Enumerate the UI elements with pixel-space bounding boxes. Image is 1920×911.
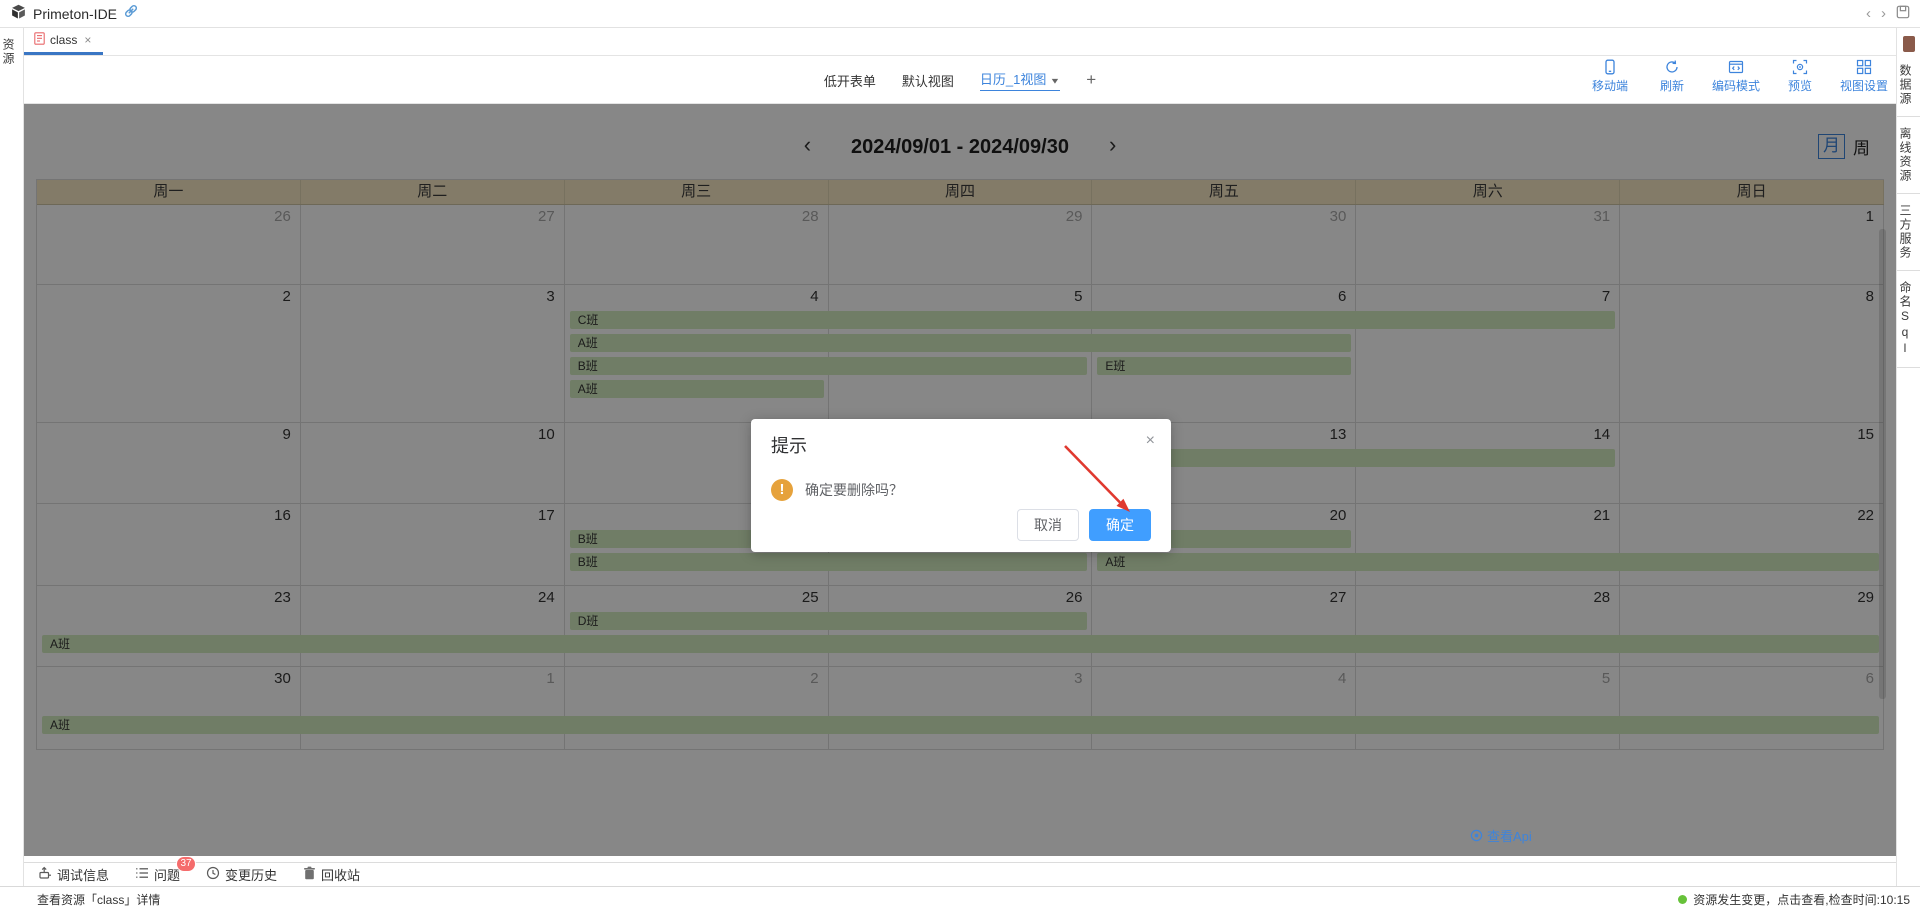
view-api-link[interactable]: 查看Api — [1470, 826, 1532, 845]
app-title: Primeton-IDE — [33, 6, 117, 22]
link-icon[interactable] — [123, 3, 139, 24]
view-toolbar: 低开表单 默认视图 日历_1视图▼ + 移动端刷新编码模式预览视图设置 — [24, 56, 1896, 104]
document-tab-bar: class × — [24, 28, 1896, 56]
cancel-button[interactable]: 取消 — [1017, 509, 1079, 541]
save-layout-icon[interactable] — [1896, 5, 1910, 22]
confirm-dialog: 提示 × ! 确定要删除吗？ 取消 确定 — [751, 419, 1171, 552]
status-bar: 查看资源「class」详情 资源发生变更，点击查看,检查时间:10:15 — [0, 886, 1920, 911]
main-area: class × 低开表单 默认视图 日历_1视图▼ + 移动端刷新编码模式预览视图设置… — [24, 28, 1896, 886]
调试信息-button[interactable]: 调试信息 — [38, 865, 109, 884]
code-mode-icon — [1728, 59, 1744, 75]
sidebar-item-0[interactable]: 数据源 — [1897, 54, 1920, 117]
回收站-button[interactable]: 回收站 — [303, 865, 360, 884]
view-tab-0[interactable]: 低开表单 — [824, 71, 876, 90]
status-left-text: 查看资源「class」详情 — [37, 891, 160, 908]
tab-label: class — [50, 33, 77, 47]
刷新-button[interactable]: 刷新 — [1650, 59, 1694, 94]
trash-icon — [303, 866, 316, 883]
history-icon — [206, 866, 220, 883]
dialog-message: 确定要删除吗？ — [805, 480, 903, 500]
编码模式-button[interactable]: 编码模式 — [1712, 59, 1760, 94]
confirm-button[interactable]: 确定 — [1089, 509, 1151, 541]
问题-button[interactable]: 问题37 — [135, 865, 180, 884]
bottom-toolbar: 调试信息 问题37 变更历史 回收站 — [24, 862, 1896, 886]
sidebar-item-3[interactable]: 命名Sql — [1897, 271, 1920, 368]
datasource-icon — [1903, 36, 1915, 52]
problems-count-badge: 37 — [176, 856, 196, 872]
mobile-icon — [1602, 59, 1618, 75]
dialog-title: 提示 — [771, 432, 807, 458]
view-settings-icon — [1856, 59, 1872, 75]
view-tab-1[interactable]: 默认视图 — [902, 71, 954, 90]
预览-button[interactable]: 预览 — [1778, 59, 1822, 94]
refresh-icon — [1664, 59, 1680, 75]
变更历史-button[interactable]: 变更历史 — [206, 865, 277, 884]
sidebar-item-1[interactable]: 离线资源 — [1897, 117, 1920, 194]
toolbar-actions: 移动端刷新编码模式预览视图设置 — [1588, 59, 1888, 94]
chevron-down-icon[interactable]: ▼ — [1050, 77, 1061, 86]
problems-icon — [135, 866, 149, 883]
sidebar-item-resources[interactable]: 资源 — [0, 28, 23, 76]
dialog-close-icon[interactable]: × — [1146, 432, 1155, 450]
status-dot-icon — [1678, 895, 1687, 904]
right-sidebar: 数据源离线资源三方服务命名Sql — [1896, 28, 1920, 886]
tab-class[interactable]: class × — [24, 28, 103, 55]
移动端-button[interactable]: 移动端 — [1588, 59, 1632, 94]
view-tab-2[interactable]: 日历_1视图▼ — [980, 69, 1060, 91]
tab-close-icon[interactable]: × — [84, 33, 91, 47]
app-logo-icon — [10, 3, 27, 25]
app-window: Primeton-IDE ‹ › 资源 数据源离线资源三方服务命名Sql cla… — [0, 0, 1920, 911]
warning-icon: ! — [771, 479, 793, 501]
left-sidebar: 资源 — [0, 28, 24, 886]
title-bar: Primeton-IDE ‹ › — [0, 0, 1920, 28]
calendar-preview: ‹2024/09/01 - 2024/09/30› 月 周 周一周二周三周四周五… — [24, 104, 1896, 856]
nav-forward-icon[interactable]: › — [1881, 6, 1886, 21]
add-view-button[interactable]: + — [1086, 70, 1096, 90]
vertical-scrollbar[interactable] — [1879, 229, 1886, 699]
视图设置-button[interactable]: 视图设置 — [1840, 59, 1888, 94]
sidebar-item-2[interactable]: 三方服务 — [1897, 194, 1920, 271]
debug-icon — [38, 866, 52, 883]
preview-icon — [1792, 59, 1808, 75]
form-doc-icon — [34, 32, 45, 48]
nav-back-icon[interactable]: ‹ — [1866, 6, 1871, 21]
status-resource-changed[interactable]: 资源发生变更，点击查看,检查时间:10:15 — [1678, 891, 1910, 908]
